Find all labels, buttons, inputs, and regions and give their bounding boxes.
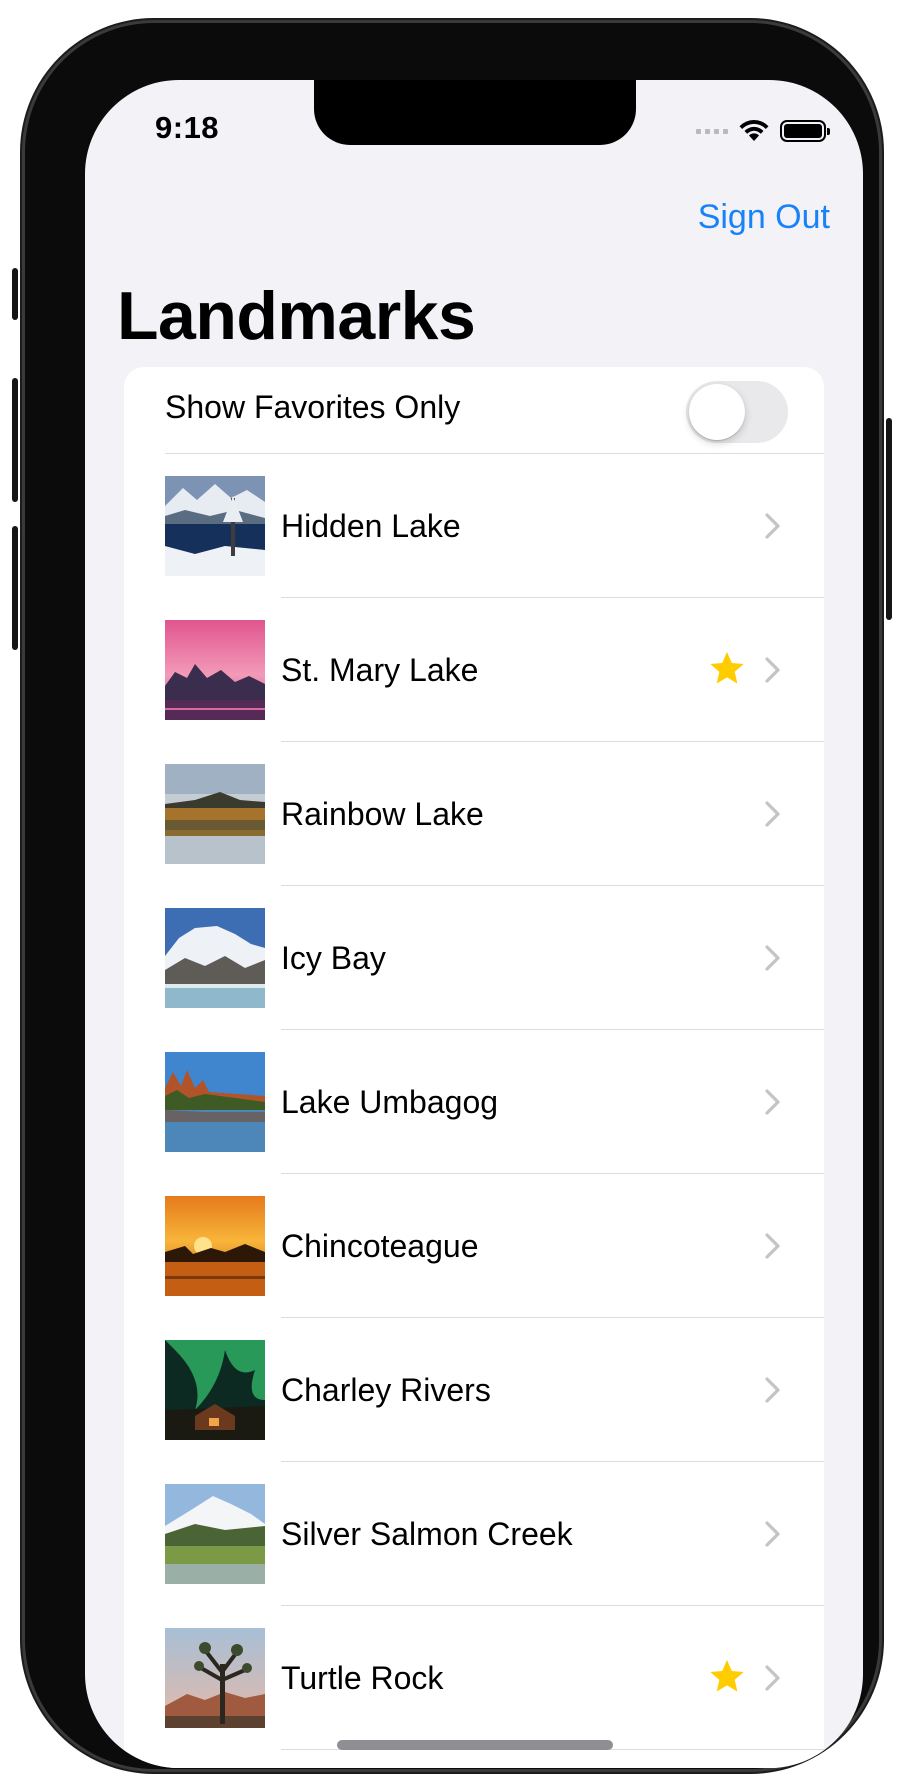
landmark-name: Rainbow Lake — [281, 796, 484, 832]
wifi-icon — [739, 119, 769, 141]
battery-icon — [780, 120, 830, 142]
landmark-name: Hidden Lake — [281, 508, 461, 544]
landmark-name: Charley Rivers — [281, 1372, 491, 1408]
landmark-thumbnail — [165, 908, 265, 1008]
landmark-thumbnail — [165, 1052, 265, 1152]
chevron-right-icon — [765, 801, 780, 827]
volume-up-button — [12, 378, 18, 502]
chevron-right-icon — [765, 1665, 780, 1691]
list-item[interactable]: Hidden Lake — [124, 454, 824, 598]
chevron-right-icon — [765, 1521, 780, 1547]
list-item[interactable]: Rainbow Lake — [124, 742, 824, 886]
chevron-right-icon — [765, 1233, 780, 1259]
list-item[interactable]: Lake Umbagog — [124, 1030, 824, 1174]
landmark-name: St. Mary Lake — [281, 652, 479, 688]
landmark-thumbnail — [165, 1196, 265, 1296]
list-item[interactable]: Turtle Rock — [124, 1606, 824, 1750]
toggle-knob — [689, 384, 745, 440]
sign-out-button[interactable]: Sign Out — [698, 198, 830, 237]
status-time: 9:18 — [155, 110, 220, 145]
landmark-thumbnail — [165, 1484, 265, 1584]
landmark-thumbnail — [165, 1340, 265, 1440]
screen: 9:18 Sign Out Landmarks Show Favorites O… — [85, 80, 863, 1768]
chevron-right-icon — [765, 513, 780, 539]
list-item[interactable]: Silver Salmon Creek — [124, 1462, 824, 1606]
star-icon — [710, 1660, 744, 1692]
silent-switch — [12, 268, 18, 320]
chevron-right-icon — [765, 1377, 780, 1403]
landmark-thumbnail — [165, 1628, 265, 1728]
page-title: Landmarks — [117, 278, 476, 354]
power-button — [886, 418, 892, 620]
favorites-toggle-row: Show Favorites Only — [124, 367, 824, 453]
cellular-signal-icon — [696, 128, 728, 134]
list-item[interactable]: Chincoteague — [124, 1174, 824, 1318]
star-icon — [710, 652, 744, 684]
landmark-name: Turtle Rock — [281, 1660, 444, 1696]
chevron-right-icon — [765, 1089, 780, 1115]
chevron-right-icon — [765, 657, 780, 683]
landmark-name: Icy Bay — [281, 940, 386, 976]
favorites-toggle[interactable] — [686, 381, 788, 443]
home-indicator[interactable] — [337, 1740, 613, 1750]
landmark-thumbnail — [165, 764, 265, 864]
landmark-name: Lake Umbagog — [281, 1084, 499, 1120]
landmark-thumbnail — [165, 476, 265, 576]
favorites-toggle-label: Show Favorites Only — [165, 389, 461, 425]
landmark-thumbnail — [165, 620, 265, 720]
list-item[interactable]: St. Mary Lake — [124, 598, 824, 742]
list-item[interactable]: Charley Rivers — [124, 1318, 824, 1462]
notch — [314, 80, 636, 145]
device-frame: 9:18 Sign Out Landmarks Show Favorites O… — [12, 20, 892, 1772]
list-item[interactable]: Icy Bay — [124, 886, 824, 1030]
chevron-right-icon — [765, 945, 780, 971]
status-icons — [696, 116, 830, 146]
landmark-list: Show Favorites Only Hidden Lake St. Mary… — [124, 367, 824, 1768]
landmark-name: Chincoteague — [281, 1228, 479, 1264]
landmark-name: Silver Salmon Creek — [281, 1516, 573, 1552]
volume-down-button — [12, 526, 18, 650]
